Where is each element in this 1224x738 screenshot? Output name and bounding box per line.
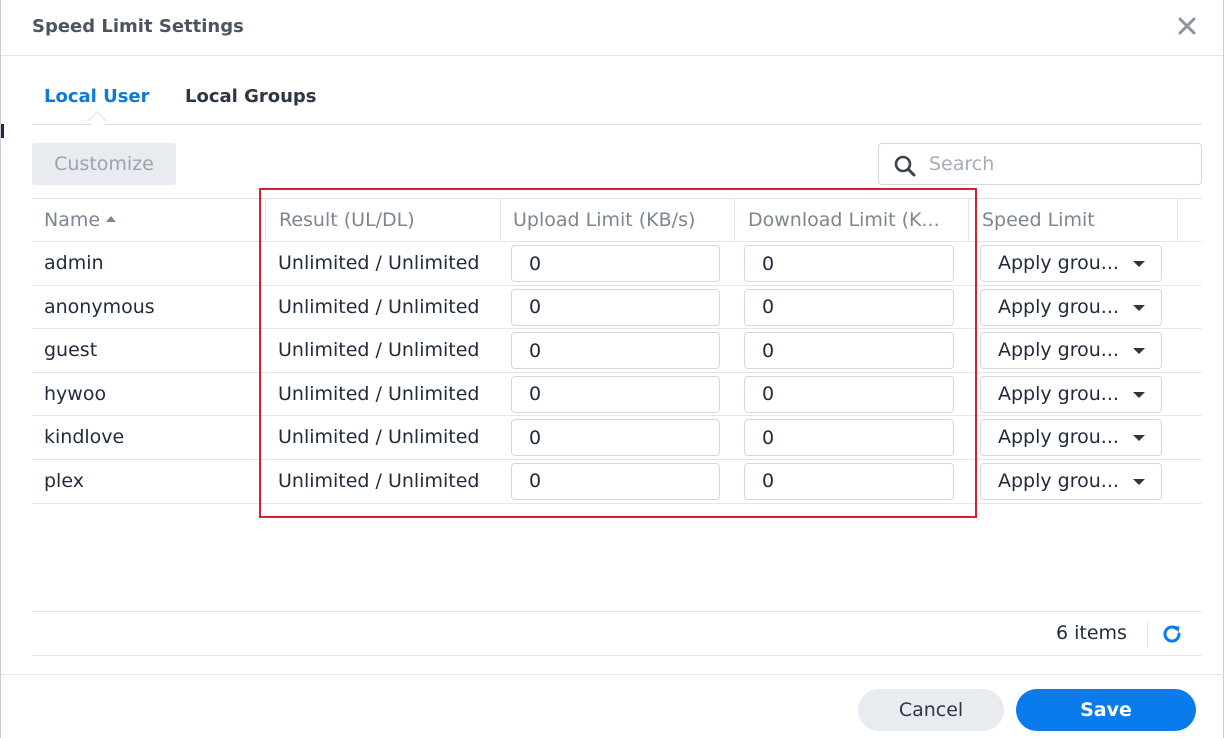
table-row[interactable]: plex Unlimited / Unlimited Apply grou... bbox=[32, 460, 1202, 504]
speed-limit-value: Apply grou... bbox=[998, 469, 1119, 492]
download-limit-input[interactable] bbox=[744, 419, 954, 457]
result-value: Unlimited / Unlimited bbox=[278, 426, 480, 449]
column-separator[interactable] bbox=[968, 199, 969, 242]
upload-limit-input[interactable] bbox=[511, 332, 720, 370]
chevron-down-icon bbox=[1133, 348, 1145, 355]
active-tab-indicator bbox=[87, 111, 107, 131]
chevron-down-icon bbox=[1133, 391, 1145, 398]
user-name: hywoo bbox=[44, 382, 107, 405]
column-header-result[interactable]: Result (UL/DL) bbox=[279, 199, 499, 242]
column-separator[interactable] bbox=[500, 199, 501, 242]
column-separator[interactable] bbox=[734, 199, 735, 242]
refresh-icon bbox=[1163, 625, 1181, 643]
speed-limit-value: Apply grou... bbox=[998, 382, 1119, 405]
customize-button[interactable]: Customize bbox=[32, 143, 176, 185]
speed-limit-value: Apply grou... bbox=[998, 295, 1119, 318]
grid-footer-divider bbox=[32, 655, 1202, 656]
column-header-name[interactable]: Name bbox=[44, 199, 244, 242]
table-row[interactable]: admin Unlimited / Unlimited Apply grou..… bbox=[32, 242, 1202, 286]
speed-limit-dialog: Speed Limit Settings Local User Local Gr… bbox=[0, 0, 1224, 738]
button-bar-divider bbox=[1, 674, 1224, 675]
sort-ascending-icon bbox=[106, 216, 117, 222]
speed-limit-select[interactable]: Apply grou... bbox=[980, 332, 1162, 370]
speed-limit-value: Apply grou... bbox=[998, 339, 1119, 362]
download-limit-input[interactable] bbox=[744, 375, 954, 413]
download-limit-input[interactable] bbox=[744, 288, 954, 326]
search-icon bbox=[894, 155, 916, 177]
column-separator[interactable] bbox=[265, 199, 266, 242]
search-input[interactable] bbox=[929, 144, 1189, 184]
upload-limit-input[interactable] bbox=[511, 375, 720, 413]
speed-limit-select[interactable]: Apply grou... bbox=[980, 375, 1162, 413]
table-row[interactable]: hywoo Unlimited / Unlimited Apply grou..… bbox=[32, 373, 1202, 417]
close-icon bbox=[1178, 17, 1196, 35]
refresh-button[interactable] bbox=[1160, 622, 1184, 646]
chevron-down-icon bbox=[1133, 478, 1145, 485]
chevron-down-icon bbox=[1133, 261, 1145, 267]
tab-local-user[interactable]: Local User bbox=[44, 86, 150, 107]
upload-limit-input[interactable] bbox=[511, 462, 720, 500]
upload-limit-input[interactable] bbox=[511, 288, 720, 326]
save-button[interactable]: Save bbox=[1016, 689, 1196, 731]
chevron-down-icon bbox=[1133, 435, 1145, 442]
speed-limit-select[interactable]: Apply grou... bbox=[980, 462, 1162, 500]
dialog-titlebar: Speed Limit Settings bbox=[1, 0, 1223, 56]
tab-bar: Local User Local Groups bbox=[32, 82, 1202, 131]
footer-separator bbox=[1147, 621, 1148, 647]
column-header-speed-limit[interactable]: Speed Limit bbox=[982, 199, 1172, 242]
download-limit-input[interactable] bbox=[744, 332, 954, 370]
speed-limit-select[interactable]: Apply grou... bbox=[980, 419, 1162, 457]
table-header: Name Result (UL/DL) Upload Limit (KB/s) … bbox=[32, 198, 1202, 242]
result-value: Unlimited / Unlimited bbox=[278, 295, 480, 318]
close-button[interactable] bbox=[1175, 14, 1199, 38]
table-row[interactable]: anonymous Unlimited / Unlimited Apply gr… bbox=[32, 286, 1202, 330]
table-row[interactable]: guest Unlimited / Unlimited Apply grou..… bbox=[32, 329, 1202, 373]
cancel-button[interactable]: Cancel bbox=[858, 689, 1004, 731]
column-header-name-label: Name bbox=[44, 209, 101, 231]
table-row[interactable]: kindlove Unlimited / Unlimited Apply gro… bbox=[32, 416, 1202, 460]
user-speed-table: Name Result (UL/DL) Upload Limit (KB/s) … bbox=[32, 198, 1202, 504]
upload-limit-input[interactable] bbox=[511, 245, 720, 282]
speed-limit-value: Apply grou... bbox=[998, 252, 1119, 274]
search-box[interactable] bbox=[878, 143, 1202, 185]
column-header-download[interactable]: Download Limit (K... bbox=[748, 199, 968, 242]
speed-limit-select[interactable]: Apply grou... bbox=[980, 245, 1162, 282]
items-count: 6 items bbox=[1056, 622, 1127, 644]
user-name: kindlove bbox=[44, 426, 125, 449]
result-value: Unlimited / Unlimited bbox=[278, 382, 480, 405]
result-value: Unlimited / Unlimited bbox=[278, 252, 480, 274]
user-name: guest bbox=[44, 339, 98, 362]
dialog-title: Speed Limit Settings bbox=[32, 16, 244, 37]
tab-local-groups[interactable]: Local Groups bbox=[185, 86, 317, 107]
download-limit-input[interactable] bbox=[744, 245, 954, 282]
column-header-upload[interactable]: Upload Limit (KB/s) bbox=[513, 199, 733, 242]
column-separator[interactable] bbox=[1177, 199, 1178, 242]
chevron-down-icon bbox=[1133, 304, 1145, 311]
speed-limit-select[interactable]: Apply grou... bbox=[980, 288, 1162, 326]
user-name: plex bbox=[44, 469, 84, 492]
speed-limit-value: Apply grou... bbox=[998, 426, 1119, 449]
upload-limit-input[interactable] bbox=[511, 419, 720, 457]
user-name: anonymous bbox=[44, 295, 155, 318]
window-edge-marker bbox=[1, 124, 4, 138]
grid-footer-divider bbox=[32, 611, 1202, 612]
user-name: admin bbox=[44, 252, 104, 274]
result-value: Unlimited / Unlimited bbox=[278, 469, 480, 492]
download-limit-input[interactable] bbox=[744, 462, 954, 500]
result-value: Unlimited / Unlimited bbox=[278, 339, 480, 362]
